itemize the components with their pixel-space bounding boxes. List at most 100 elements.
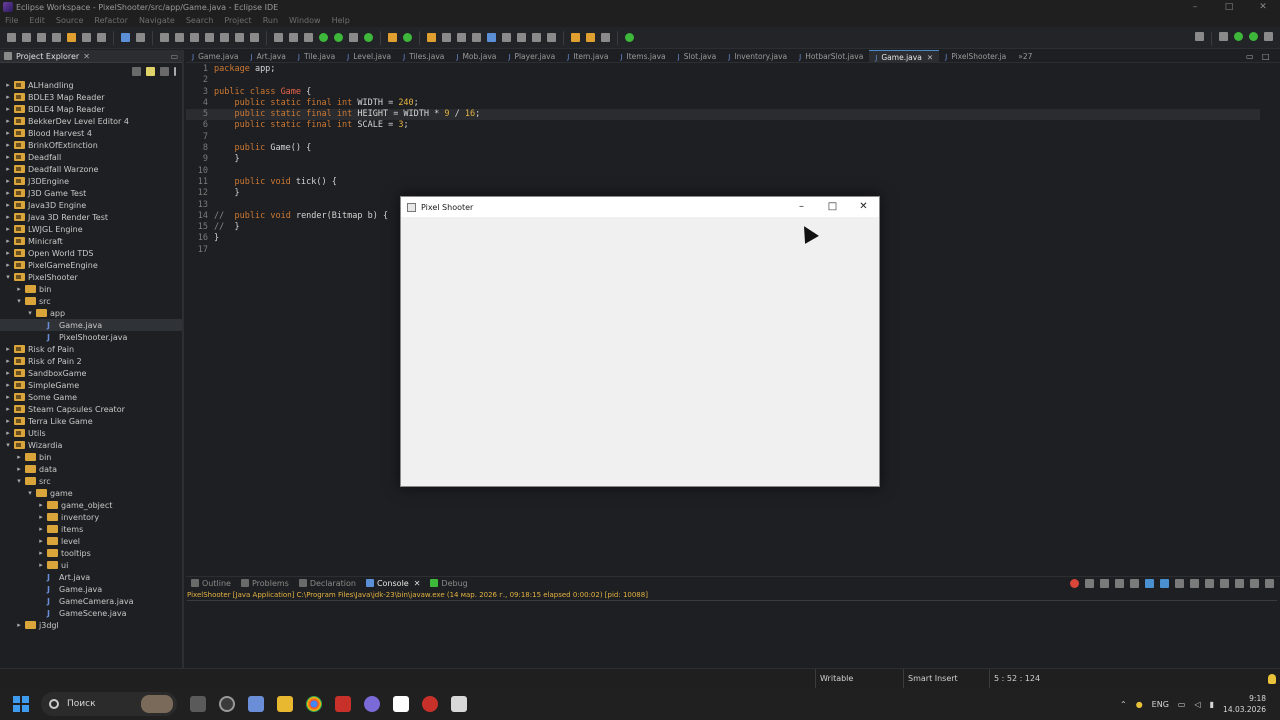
- terminate-icon[interactable]: [1070, 579, 1079, 588]
- chevron-right-icon[interactable]: ▸: [4, 417, 12, 425]
- chevron-down-icon[interactable]: ▾: [26, 489, 34, 497]
- display-console-icon[interactable]: [1205, 579, 1214, 588]
- calculator-icon[interactable]: [248, 696, 264, 712]
- tree-folder-item[interactable]: ▸ ALHandling: [0, 79, 182, 91]
- chevron-right-icon[interactable]: ▸: [4, 345, 12, 353]
- tree-folder-item[interactable]: ▸ BDLE3 Map Reader: [0, 91, 182, 103]
- chevron-right-icon[interactable]: ▸: [37, 561, 45, 569]
- tree-folder-item[interactable]: ▸ bin: [0, 451, 182, 463]
- block-selection-icon[interactable]: [517, 33, 526, 42]
- tree-folder-item[interactable]: ▸ inventory: [0, 511, 182, 523]
- tree-folder-item[interactable]: ▸ Java3D Engine: [0, 199, 182, 211]
- language-indicator[interactable]: ENG: [1152, 700, 1169, 709]
- chevron-down-icon[interactable]: ▾: [15, 297, 23, 305]
- link-with-editor-icon[interactable]: [146, 66, 155, 76]
- remove-all-icon[interactable]: [1100, 579, 1109, 588]
- tree-folder-item[interactable]: ▸ bin: [0, 283, 182, 295]
- chrome-icon[interactable]: [306, 696, 322, 712]
- menu-file[interactable]: File: [5, 16, 18, 25]
- scroll-lock-icon[interactable]: [1130, 579, 1139, 588]
- code-line[interactable]: 9 }: [186, 154, 1260, 165]
- tree-folder-item[interactable]: ▾ src: [0, 295, 182, 307]
- editor-tab[interactable]: J Tile.java: [292, 50, 341, 63]
- minimize-editor-icon[interactable]: ▭: [1246, 52, 1254, 61]
- pixel-shooter-titlebar[interactable]: Pixel Shooter – □ ✕: [401, 197, 879, 217]
- editor-tab[interactable]: J Mob.java: [450, 50, 502, 63]
- disconnect-icon[interactable]: [205, 33, 214, 42]
- editor-horizontal-scrollbar[interactable]: [210, 564, 1260, 570]
- chevron-down-icon[interactable]: ▾: [26, 309, 34, 317]
- tree-folder-item[interactable]: ▾ PixelShooter: [0, 271, 182, 283]
- chevron-right-icon[interactable]: ▸: [4, 393, 12, 401]
- show-stderr-icon[interactable]: [1175, 579, 1184, 588]
- chevron-right-icon[interactable]: ▸: [4, 261, 12, 269]
- editor-tab[interactable]: J Slot.java: [672, 50, 723, 63]
- tree-folder-item[interactable]: ▸ Java 3D Render Test: [0, 211, 182, 223]
- chevron-right-icon[interactable]: ▸: [4, 249, 12, 257]
- search-icon[interactable]: [1195, 32, 1204, 41]
- editor-tab[interactable]: »27: [1012, 50, 1038, 63]
- chevron-right-icon[interactable]: ▸: [4, 117, 12, 125]
- word-wrap-icon[interactable]: [502, 33, 511, 42]
- tree-folder-item[interactable]: ▸ ui: [0, 559, 182, 571]
- chevron-down-icon[interactable]: ▾: [15, 477, 23, 485]
- editor-tab[interactable]: J Player.java: [502, 50, 561, 63]
- menu-source[interactable]: Source: [56, 16, 83, 25]
- code-line[interactable]: 5 public static final int HEIGHT = WIDTH…: [186, 109, 1260, 121]
- editor-tab[interactable]: J Level.java: [341, 50, 397, 63]
- tree-folder-item[interactable]: ▸ Risk of Pain 2: [0, 355, 182, 367]
- tree-folder-item[interactable]: ▸ Terra Like Game: [0, 415, 182, 427]
- recorder-icon[interactable]: [422, 696, 438, 712]
- show-stdout-icon[interactable]: [1160, 579, 1169, 588]
- editor-tab[interactable]: J Tiles.java: [397, 50, 450, 63]
- show-whitespace-icon[interactable]: [532, 33, 541, 42]
- maximize-editor-icon[interactable]: □: [1262, 52, 1270, 61]
- debug-icon[interactable]: [319, 33, 328, 42]
- chevron-right-icon[interactable]: ▸: [15, 621, 23, 629]
- menu-help[interactable]: Help: [332, 16, 350, 25]
- code-line[interactable]: 2: [186, 75, 1260, 86]
- open-task-icon[interactable]: [274, 33, 283, 42]
- tab-outline[interactable]: Outline: [186, 579, 236, 588]
- forward-icon[interactable]: [601, 33, 610, 42]
- menu-window[interactable]: Window: [289, 16, 321, 25]
- code-line[interactable]: 6 public static final int SCALE = 3;: [186, 120, 1260, 131]
- menu-search[interactable]: Search: [186, 16, 213, 25]
- chevron-down-icon[interactable]: ▾: [4, 441, 12, 449]
- code-line[interactable]: 11 public void tick() {: [186, 177, 1260, 188]
- tree-folder-item[interactable]: ▸ Deadfall: [0, 151, 182, 163]
- code-line[interactable]: 3 public class Game {: [186, 87, 1260, 98]
- chevron-right-icon[interactable]: ▸: [4, 213, 12, 221]
- tree-file-item[interactable]: J GameCamera.java: [0, 595, 182, 607]
- menu-refactor[interactable]: Refactor: [94, 16, 128, 25]
- volume-icon[interactable]: ◁: [1194, 700, 1200, 709]
- tree-folder-item[interactable]: ▸ J3DEngine: [0, 175, 182, 187]
- editor-tab[interactable]: J Game.java ✕: [869, 49, 940, 63]
- tree-folder-item[interactable]: ▸ data: [0, 463, 182, 475]
- maximize-button[interactable]: □: [817, 197, 848, 217]
- close-icon[interactable]: ✕: [83, 52, 90, 61]
- editor-tab[interactable]: J HotbarSlot.java: [793, 50, 869, 63]
- tree-folder-item[interactable]: ▾ game: [0, 487, 182, 499]
- refresh-icon[interactable]: [304, 33, 313, 42]
- word-wrap-icon[interactable]: [1145, 579, 1154, 588]
- close-icon[interactable]: ✕: [927, 53, 933, 62]
- toggle-mark-occurrences-icon[interactable]: [487, 33, 496, 42]
- editor-tab[interactable]: J Item.java: [561, 50, 614, 63]
- tree-folder-item[interactable]: ▸ PixelGameEngine: [0, 259, 182, 271]
- chevron-right-icon[interactable]: ▸: [4, 177, 12, 185]
- settings-icon[interactable]: [219, 696, 235, 712]
- pin-console-icon[interactable]: [1190, 579, 1199, 588]
- chevron-down-icon[interactable]: ▾: [4, 273, 12, 281]
- step-return-icon[interactable]: [250, 33, 259, 42]
- eclipse-taskbar-icon[interactable]: [364, 696, 380, 712]
- chevron-right-icon[interactable]: ▸: [15, 453, 23, 461]
- editor-tab[interactable]: J Items.java: [614, 50, 671, 63]
- windows-start-icon[interactable]: [13, 696, 29, 712]
- step-into-icon[interactable]: [220, 33, 229, 42]
- next-annotation-icon[interactable]: [457, 33, 466, 42]
- tree-folder-item[interactable]: ▸ tooltips: [0, 547, 182, 559]
- editor-tab[interactable]: J Game.java: [186, 50, 245, 63]
- view-menu-icon[interactable]: [1235, 579, 1244, 588]
- search-toolbar-icon[interactable]: [442, 33, 451, 42]
